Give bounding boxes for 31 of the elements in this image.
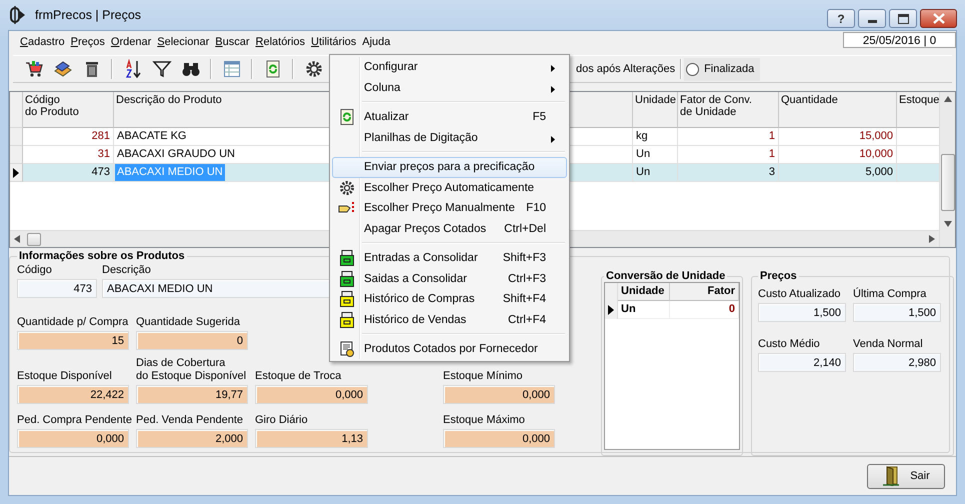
field-label: Custo Médio	[758, 338, 821, 351]
field-label: Estoque Mínimo	[443, 370, 524, 383]
table-cell: ABACAXI MEDIO UN	[115, 164, 225, 181]
field-label: Descrição	[102, 264, 152, 277]
field-label: Código	[17, 264, 53, 277]
field-label: Dias de Cobertura do Estoque Disponível	[136, 357, 248, 383]
group-title: Informações sobre os Produtos	[18, 250, 186, 262]
field-label: Venda Normal	[853, 338, 924, 351]
table-cell-text: ABACAXI GRAUDO UN	[116, 147, 236, 162]
table-cell: 473	[23, 164, 114, 182]
table-cell: 0	[670, 301, 739, 319]
table-cell: 3	[678, 164, 779, 182]
table-cell: Un	[633, 164, 678, 182]
table-cell: Un	[618, 301, 670, 319]
field-label: Estoque Máximo	[443, 414, 526, 427]
field-label: Estoque Disponível	[17, 370, 113, 383]
field-label: Quantidade Sugerida	[136, 316, 241, 329]
table-cell-text: ABACATE KG	[116, 129, 188, 144]
group-title: Preços	[759, 270, 798, 282]
date-field: 25/05/2016 | 0	[843, 32, 956, 48]
window-title: frmPrecos | Preços	[35, 8, 142, 22]
group-title: Conversão de Unidade	[605, 270, 726, 282]
field-label: Ped. Compra Pendente	[17, 414, 129, 427]
field-label: Última Compra	[853, 288, 928, 301]
field-label: Custo Atualizado	[758, 288, 842, 301]
field-label: Ped. Venda Pendente	[136, 414, 244, 427]
field-label: Quantidade p/ Compra	[17, 316, 129, 329]
table-cell: 5,000	[779, 164, 897, 182]
option-label: dos após Alterações	[576, 63, 676, 75]
field-label: Estoque de Troca	[255, 370, 342, 383]
field-label: Giro Diário	[255, 414, 309, 427]
